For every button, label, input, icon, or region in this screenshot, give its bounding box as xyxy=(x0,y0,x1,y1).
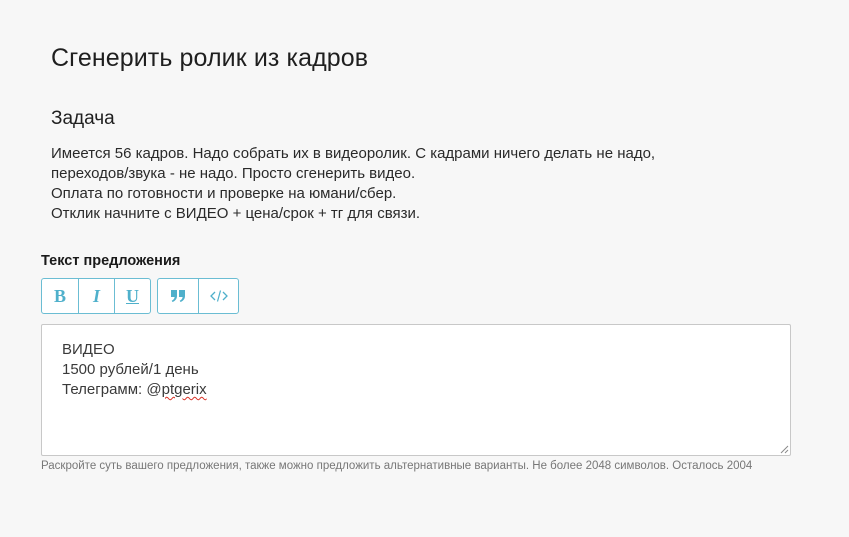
offer-text-label: Текст предложения xyxy=(41,253,181,269)
code-button[interactable] xyxy=(198,279,238,313)
telegram-handle: ptgerix xyxy=(161,381,207,398)
task-description: Имеется 56 кадров. Надо собрать их в вид… xyxy=(51,144,771,224)
quote-icon xyxy=(171,290,185,302)
italic-button[interactable]: I xyxy=(78,279,114,313)
task-line: Оплата по готовности и проверке на юмани… xyxy=(51,185,397,202)
code-icon xyxy=(209,290,228,302)
offer-text-line: ВИДЕО xyxy=(62,341,115,358)
format-button-group: B I U xyxy=(41,278,151,314)
offer-hint: Раскройте суть вашего предложения, также… xyxy=(41,460,753,472)
task-heading: Задача xyxy=(51,108,115,129)
page-title: Сгенерить ролик из кадров xyxy=(51,44,369,72)
resize-handle-icon[interactable] xyxy=(780,445,789,454)
telegram-prefix: Телеграмм: @ xyxy=(62,381,162,398)
task-line: Имеется 56 кадров. Надо собрать их в вид… xyxy=(51,145,656,162)
task-line: переходов/звука - не надо. Просто сгенер… xyxy=(51,165,416,182)
underline-button[interactable]: U xyxy=(114,279,150,313)
offer-text-line: 1500 рублей/1 день xyxy=(62,361,199,378)
page: Сгенерить ролик из кадров Задача Имеется… xyxy=(0,0,849,537)
quote-button[interactable] xyxy=(158,279,198,313)
editor-toolbar: B I U xyxy=(41,278,239,314)
offer-text-input[interactable]: ВИДЕО 1500 рублей/1 день Телеграмм: @ptg… xyxy=(41,324,791,456)
offer-text-line: Телеграмм: @ptgerix xyxy=(62,380,770,400)
insert-button-group xyxy=(157,278,239,314)
task-line: Отклик начните с ВИДЕО + цена/срок + тг … xyxy=(51,205,421,222)
bold-button[interactable]: B xyxy=(42,279,78,313)
